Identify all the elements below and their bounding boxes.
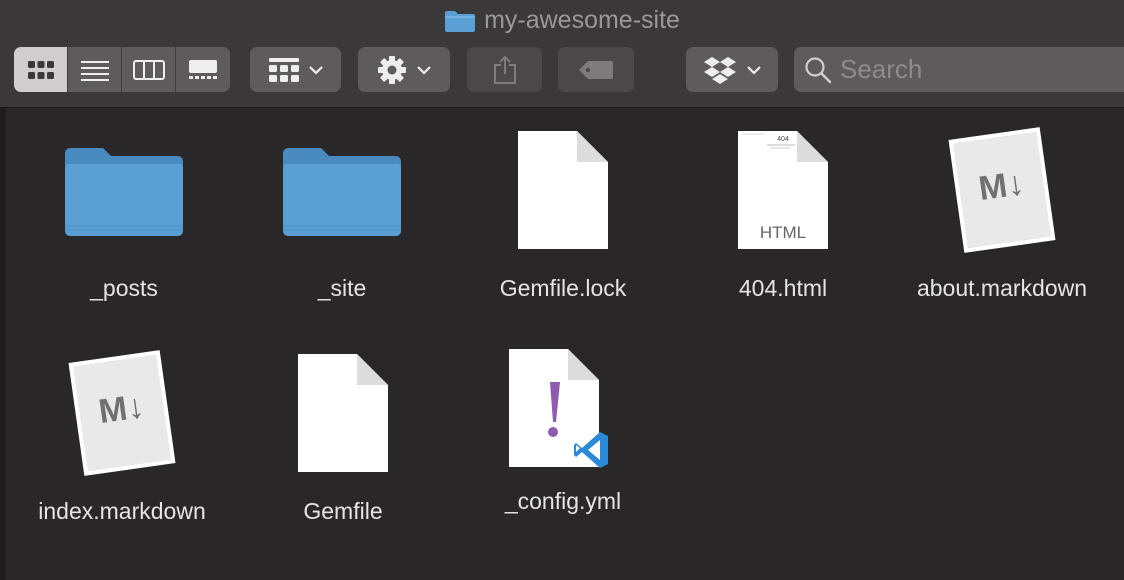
file-item-index-markdown[interactable]: M↓ index.markdown <box>17 348 227 525</box>
search-input[interactable] <box>838 53 1102 86</box>
markdown-file-icon: M↓ <box>68 350 176 476</box>
folder-icon <box>65 148 183 236</box>
yaml-file-icon <box>509 349 608 468</box>
file-name: about.markdown <box>916 275 1088 301</box>
chevron-down-icon <box>308 65 323 75</box>
file-name: _config.yml <box>504 488 622 514</box>
columns-icon <box>132 59 165 80</box>
svg-text:404: 404 <box>777 136 789 143</box>
dropbox-button[interactable] <box>686 47 778 92</box>
markdown-file-icon: M↓ <box>948 127 1056 253</box>
window-title-text: my-awesome-site <box>484 6 680 34</box>
tag-button[interactable] <box>558 47 634 92</box>
svg-text:M↓: M↓ <box>96 387 146 431</box>
file-name: _site <box>317 275 367 301</box>
file-name: Gemfile <box>303 498 383 524</box>
chevron-down-icon <box>417 65 431 75</box>
document-icon <box>518 131 608 249</box>
share-button[interactable] <box>467 47 542 92</box>
tag-icon <box>579 60 613 79</box>
window-title: my-awesome-site <box>0 6 1124 35</box>
file-item-404-html[interactable]: 404 HTML 404.html <box>678 125 888 302</box>
file-item-gemfile-lock[interactable]: Gemfile.lock <box>458 125 668 302</box>
list-icon <box>80 60 109 81</box>
grid-group-icon <box>268 57 299 82</box>
dropbox-icon <box>704 56 736 84</box>
file-name: _posts <box>90 275 158 301</box>
file-item-about-markdown[interactable]: M↓ about.markdown <box>897 125 1107 302</box>
gear-icon <box>378 55 406 84</box>
folder-icon <box>445 10 476 32</box>
file-item-gemfile[interactable]: Gemfile <box>238 348 448 525</box>
column-view-button[interactable] <box>122 47 176 92</box>
file-name: Gemfile.lock <box>499 275 627 301</box>
list-view-button[interactable] <box>68 47 122 92</box>
gallery-icon <box>189 59 217 79</box>
document-icon <box>298 354 388 472</box>
folder-icon <box>283 148 401 236</box>
chevron-down-icon <box>747 65 761 75</box>
group-by-button[interactable] <box>250 47 341 92</box>
search-icon <box>805 56 832 83</box>
html-badge: HTML <box>759 223 807 242</box>
search-field[interactable] <box>794 47 1124 92</box>
file-name: index.markdown <box>38 498 206 524</box>
share-icon <box>493 55 516 84</box>
gallery-view-button[interactable] <box>176 47 230 92</box>
file-name: 404.html <box>738 275 828 301</box>
view-mode-control <box>14 47 230 92</box>
grid-icon <box>27 60 54 79</box>
svg-text:M↓: M↓ <box>976 164 1026 208</box>
action-button[interactable] <box>358 47 450 92</box>
file-item-site[interactable]: _site <box>237 125 447 302</box>
file-item-posts[interactable]: _posts <box>19 125 229 302</box>
file-grid: _posts _site Gemfile.lock 404 HTML 404.h… <box>0 108 1124 580</box>
toolbar: my-awesome-site <box>0 0 1124 108</box>
icon-view-button[interactable] <box>14 47 68 92</box>
file-item-config-yml[interactable]: _config.yml <box>458 348 668 515</box>
